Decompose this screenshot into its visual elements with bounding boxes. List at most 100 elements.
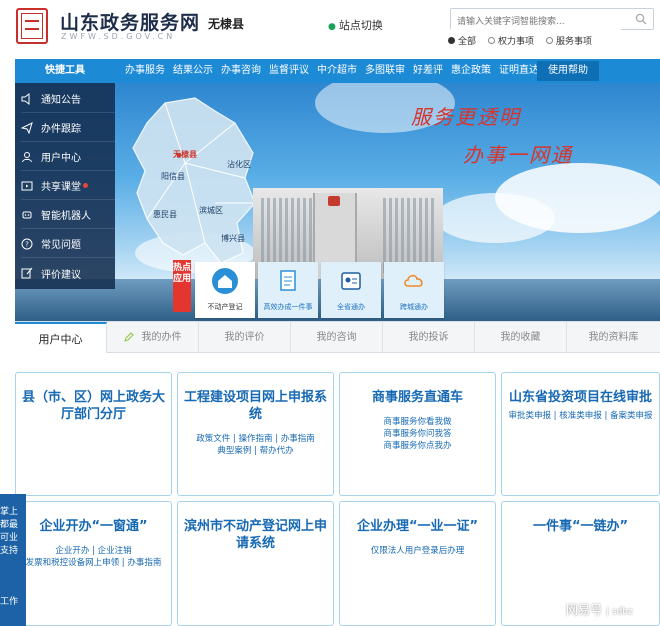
- nav-item[interactable]: 结果公示: [169, 59, 217, 83]
- tv-icon: [21, 181, 33, 190]
- hot-app-province[interactable]: 全省通办: [321, 262, 381, 318]
- site-logo-seal[interactable]: [16, 8, 48, 44]
- quick-tools-sidebar: 通知公告 办件跟踪 用户中心 共享课堂 智能机器人 ? 常见问题 评价建议: [15, 83, 115, 289]
- card-title: 县（市、区）网上政务大厅部门分厅: [22, 390, 166, 422]
- search-scope: 全部 权力事项 服务事项: [448, 34, 592, 47]
- sidebar-item-faq[interactable]: ? 常见问题: [21, 230, 115, 258]
- city-label: 无棣县: [173, 150, 197, 159]
- card-link[interactable]: 发票和税控设备网上申领 | 办事指南: [22, 557, 165, 569]
- sidebar-item-classroom[interactable]: 共享课堂: [21, 172, 115, 200]
- user-tabs: 用户中心 我的办件 我的评价 我的咨询 我的投诉 我的收藏 我的资料库: [15, 321, 660, 353]
- svg-text:?: ?: [25, 240, 29, 248]
- card-construction[interactable]: 工程建设项目网上申报系统 政策文件 | 操作指南 | 办事指南 典型案例 | 帮…: [177, 372, 334, 496]
- scope-power-radio[interactable]: 权力事项: [488, 34, 534, 47]
- card-link[interactable]: 商事服务你点我办: [346, 440, 489, 452]
- robot-icon: [22, 211, 32, 218]
- sidebar-item-robot[interactable]: 智能机器人: [21, 201, 115, 229]
- tab-my-cases[interactable]: 我的办件: [107, 322, 199, 353]
- card-title: 山东省投资项目在线审批: [508, 390, 652, 405]
- nav-quick-tools[interactable]: 快捷工具: [15, 59, 115, 83]
- card-link[interactable]: 企业开办 | 企业注销: [22, 545, 165, 557]
- tab-my-consults[interactable]: 我的咨询: [291, 322, 383, 353]
- card-title: 工程建设项目网上申报系统: [184, 390, 328, 422]
- card-commerce[interactable]: 商事服务直通车 商事服务你看我做 商事服务你问我答 商事服务你点我办: [339, 372, 496, 496]
- card-investment[interactable]: 山东省投资项目在线审批 审批类申报 | 核准类申报 | 备案类申报: [501, 372, 660, 496]
- nav-item[interactable]: 惠企政策: [447, 59, 495, 83]
- scope-service-radio[interactable]: 服务事项: [546, 34, 592, 47]
- card-title: 企业开办“一窗通”: [39, 519, 148, 534]
- question-icon: ?: [21, 238, 33, 249]
- card-link[interactable]: 审批类申报 | 核准类申报 | 备案类申报: [508, 410, 653, 422]
- switch-site-link[interactable]: ● 站点切换: [328, 18, 384, 35]
- main-nav: 快捷工具 办事服务 结果公示 办事咨询 监督评议 中介超市 多图联审 好差评 惠…: [15, 59, 660, 83]
- card-real-estate-system[interactable]: 滨州市不动产登记网上申请系统: [177, 501, 334, 626]
- nav-item[interactable]: 好差评: [409, 59, 447, 83]
- banner-slogan-1: 服务更透明: [411, 105, 521, 129]
- city-label: 博兴县: [221, 234, 245, 243]
- hot-app-cross-city[interactable]: 跨城通办: [384, 262, 444, 318]
- city-label: 惠民县: [153, 210, 177, 219]
- new-badge: [83, 183, 88, 188]
- card-link[interactable]: 商事服务你看我做: [346, 416, 489, 428]
- city-label: 阳信县: [161, 172, 185, 181]
- location-pin-icon: ●: [328, 22, 336, 32]
- send-icon: [21, 121, 33, 134]
- site-title[interactable]: 山东政务服务网: [60, 8, 200, 35]
- card-title: 一件事“一链办”: [532, 519, 629, 534]
- sidebar-item-tracking[interactable]: 办件跟踪: [21, 114, 115, 142]
- tab-my-complaints[interactable]: 我的投诉: [383, 322, 475, 353]
- pencil-icon: [123, 332, 134, 342]
- document-icon: [280, 270, 296, 291]
- card-link[interactable]: 仅限法人用户登录后办理: [346, 545, 489, 557]
- site-domain: ZWFW.SD.GOV.CN: [61, 32, 176, 41]
- hot-app-real-estate[interactable]: 不动产登记: [195, 262, 255, 318]
- search-box: [450, 8, 654, 32]
- edit-icon: [21, 267, 33, 279]
- tab-my-reviews[interactable]: 我的评价: [199, 322, 291, 353]
- sidebar-item-notice[interactable]: 通知公告: [21, 85, 115, 113]
- tab-user-center[interactable]: 用户中心: [15, 322, 107, 353]
- banner-slogan-2: 办事一网通: [463, 143, 573, 167]
- tab-my-favorites[interactable]: 我的收藏: [475, 322, 567, 353]
- card-title: 商事服务直通车: [371, 390, 463, 405]
- card-link[interactable]: 政策文件 | 操作指南 | 办事指南: [184, 433, 327, 445]
- user-icon: [22, 151, 32, 162]
- card-business-open[interactable]: 企业开办“一窗通” 企业开办 | 企业注销 发票和税控设备网上申领 | 办事指南: [15, 501, 172, 626]
- switch-site-label: 站点切换: [338, 19, 383, 32]
- hot-app-one-thing[interactable]: 高效办成一件事: [258, 262, 318, 318]
- id-card-icon: [341, 272, 361, 290]
- county-name: 无棣县: [208, 17, 245, 31]
- floating-side-panel[interactable]: 掌上都最可业支持 工作: [0, 494, 26, 626]
- nav-item[interactable]: 多图联审: [361, 59, 409, 83]
- speaker-icon: [21, 92, 30, 105]
- radio-dot-icon: [448, 37, 455, 44]
- search-icon[interactable]: [635, 13, 647, 25]
- radio-dot-icon: [488, 37, 496, 44]
- card-link[interactable]: 商事服务你问我答: [346, 428, 489, 440]
- sidebar-item-feedback[interactable]: 评价建议: [21, 259, 115, 287]
- nav-item[interactable]: 办事服务: [121, 59, 169, 83]
- house-icon: [212, 268, 238, 294]
- cloud-sync-icon: [404, 274, 423, 287]
- nav-item[interactable]: 中介超市: [313, 59, 361, 83]
- card-link[interactable]: 典型案例 | 帮办代办: [184, 445, 327, 457]
- help-button[interactable]: 使用帮助: [537, 61, 599, 81]
- scope-all-radio[interactable]: 全部: [448, 34, 476, 47]
- watermark: 网易号 | sdbz: [566, 603, 633, 617]
- card-title: 企业办理“一业一证”: [356, 519, 479, 534]
- emblem-icon: [328, 196, 340, 206]
- nav-item[interactable]: 监督评议: [265, 59, 313, 83]
- card-one-industry[interactable]: 企业办理“一业一证” 仅限法人用户登录后办理: [339, 501, 496, 626]
- tab-my-library[interactable]: 我的资料库: [567, 322, 660, 353]
- nav-item[interactable]: 证明直达: [495, 59, 543, 83]
- search-input[interactable]: [451, 12, 621, 32]
- sidebar-item-user-center[interactable]: 用户中心: [21, 143, 115, 171]
- city-label: 滨城区: [199, 206, 223, 215]
- city-label: 沾化区: [227, 160, 251, 169]
- site-header: 山东政务服务网 ZWFW.SD.GOV.CN 无棣县 ●站点切换 全部 权力事项…: [0, 0, 660, 56]
- card-title: 滨州市不动产登记网上申请系统: [184, 519, 328, 551]
- card-county-hall[interactable]: 县（市、区）网上政务大厅部门分厅: [15, 372, 172, 496]
- radio-dot-icon: [546, 37, 554, 44]
- nav-item[interactable]: 办事咨询: [217, 59, 265, 83]
- hot-apps-tag: 热点应用: [173, 260, 191, 312]
